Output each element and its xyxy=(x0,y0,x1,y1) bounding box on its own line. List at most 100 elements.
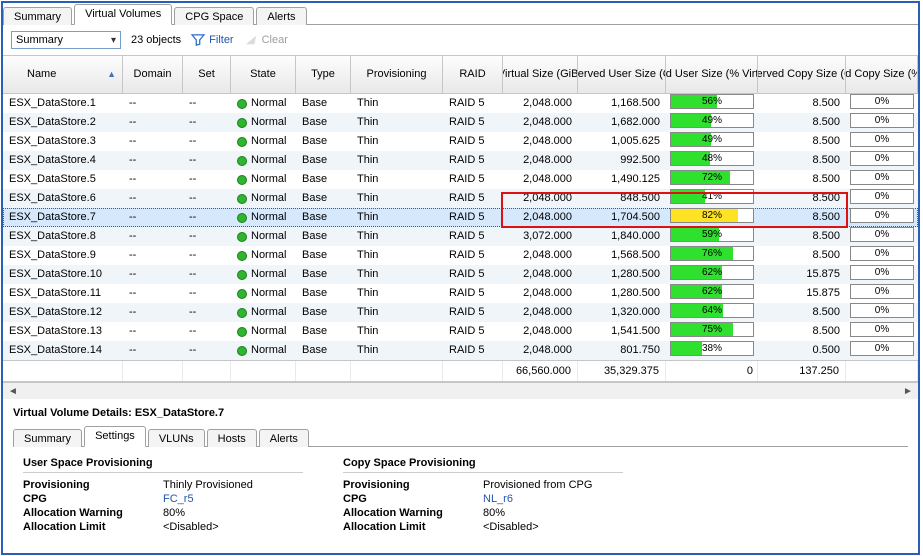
total-rcpct xyxy=(846,361,918,381)
col-raid[interactable]: RAID xyxy=(443,56,503,94)
table-row[interactable]: ESX_DataStore.13----NormalBaseThinRAID 5… xyxy=(3,322,918,341)
rcopy-pct-bar: 0% xyxy=(850,170,914,185)
table-row[interactable]: ESX_DataStore.11----NormalBaseThinRAID 5… xyxy=(3,284,918,303)
rcopy-pct-bar: 0% xyxy=(850,151,914,166)
table-row[interactable]: ESX_DataStore.2----NormalBaseThinRAID 52… xyxy=(3,113,918,132)
col-prov[interactable]: Provisioning xyxy=(351,56,443,94)
state-normal-icon xyxy=(237,137,247,147)
state-normal-icon xyxy=(237,251,247,261)
rcopy-pct-bar: 0% xyxy=(850,113,914,128)
value: <Disabled> xyxy=(163,521,219,533)
value: Thinly Provisioned xyxy=(163,479,253,491)
table-row[interactable]: ESX_DataStore.14----NormalBaseThinRAID 5… xyxy=(3,341,918,360)
col-used[interactable]: Used User Size (% Virtual) xyxy=(666,56,758,94)
state-normal-icon xyxy=(237,194,247,204)
details-tab-summary[interactable]: Summary xyxy=(13,429,82,447)
state-normal-icon xyxy=(237,232,247,242)
clear-icon xyxy=(244,34,258,46)
tab-virtual-volumes[interactable]: Virtual Volumes xyxy=(74,4,172,25)
state-normal-icon xyxy=(237,175,247,185)
col-rusize[interactable]: Reserved User Size (GiB) xyxy=(578,56,666,94)
table-row[interactable]: ESX_DataStore.8----NormalBaseThinRAID 53… xyxy=(3,227,918,246)
table-row[interactable]: ESX_DataStore.10----NormalBaseThinRAID 5… xyxy=(3,265,918,284)
state-normal-icon xyxy=(237,99,247,109)
col-type[interactable]: Type xyxy=(296,56,351,94)
value: <Disabled> xyxy=(483,521,539,533)
details-tab-alerts[interactable]: Alerts xyxy=(259,429,309,447)
view-combo[interactable]: Summary xyxy=(11,31,121,49)
used-pct-bar: 82% xyxy=(670,208,754,223)
label: Allocation Warning xyxy=(343,507,483,519)
used-pct-bar: 62% xyxy=(670,284,754,299)
rcopy-pct-bar: 0% xyxy=(850,94,914,109)
state-normal-icon xyxy=(237,156,247,166)
total-vsize: 66,560.000 xyxy=(503,361,578,381)
user-space-section: User Space Provisioning ProvisioningThin… xyxy=(23,457,303,535)
label: Allocation Limit xyxy=(343,521,483,533)
rcopy-pct-bar: 0% xyxy=(850,341,914,356)
details-panel: Virtual Volume Details: ESX_DataStore.7 … xyxy=(3,399,918,553)
tab-summary[interactable]: Summary xyxy=(3,7,72,25)
table-row[interactable]: ESX_DataStore.1----NormalBaseThinRAID 52… xyxy=(3,94,918,113)
scroll-right-arrow[interactable]: ► xyxy=(900,384,916,399)
col-set[interactable]: Set xyxy=(183,56,231,94)
tab-alerts[interactable]: Alerts xyxy=(256,7,306,25)
rcopy-pct-bar: 0% xyxy=(850,189,914,204)
label: CPG xyxy=(23,493,163,505)
rcopy-pct-bar: 0% xyxy=(850,227,914,242)
filter-button[interactable]: Filter xyxy=(191,34,233,46)
details-tab-settings[interactable]: Settings xyxy=(84,426,146,447)
details-tab-hosts[interactable]: Hosts xyxy=(207,429,257,447)
user-space-heading: User Space Provisioning xyxy=(23,457,303,473)
copy-space-section: Copy Space Provisioning ProvisioningProv… xyxy=(343,457,623,535)
total-used: 0 xyxy=(666,361,758,381)
table-row[interactable]: ESX_DataStore.7----NormalBaseThinRAID 52… xyxy=(3,208,918,227)
rcopy-pct-bar: 0% xyxy=(850,303,914,318)
table-row[interactable]: ESX_DataStore.4----NormalBaseThinRAID 52… xyxy=(3,151,918,170)
state-normal-icon xyxy=(237,118,247,128)
tab-cpg-space[interactable]: CPG Space xyxy=(174,7,254,25)
state-normal-icon xyxy=(237,308,247,318)
used-pct-bar: 49% xyxy=(670,132,754,147)
clear-button[interactable]: Clear xyxy=(244,34,288,46)
label: Allocation Warning xyxy=(23,507,163,519)
used-pct-bar: 41% xyxy=(670,189,754,204)
rcopy-pct-bar: 0% xyxy=(850,246,914,261)
value: 80% xyxy=(483,507,505,519)
grid-body: ESX_DataStore.1----NormalBaseThinRAID 52… xyxy=(3,94,918,360)
toolbar: Summary 23 objects Filter Clear xyxy=(3,25,918,55)
horizontal-scrollbar[interactable]: ◄ ► xyxy=(3,382,918,399)
copy-space-heading: Copy Space Provisioning xyxy=(343,457,623,473)
used-pct-bar: 75% xyxy=(670,322,754,337)
details-tabbar: SummarySettingsVLUNsHostsAlerts xyxy=(13,425,908,447)
state-normal-icon xyxy=(237,327,247,337)
scroll-left-arrow[interactable]: ◄ xyxy=(5,384,21,399)
table-row[interactable]: ESX_DataStore.5----NormalBaseThinRAID 52… xyxy=(3,170,918,189)
col-vsize[interactable]: Virtual Size (GiB) xyxy=(503,56,578,94)
details-tab-vluns[interactable]: VLUNs xyxy=(148,429,205,447)
table-row[interactable]: ESX_DataStore.6----NormalBaseThinRAID 52… xyxy=(3,189,918,208)
col-name[interactable]: Name▲ xyxy=(3,56,123,94)
state-normal-icon xyxy=(237,270,247,280)
used-pct-bar: 72% xyxy=(670,170,754,185)
cpg-link[interactable]: FC_r5 xyxy=(163,493,194,505)
col-rcpct[interactable]: Reserved Copy Size (% Virtual) xyxy=(846,56,918,94)
label: CPG xyxy=(343,493,483,505)
col-domain[interactable]: Domain xyxy=(123,56,183,94)
table-row[interactable]: ESX_DataStore.3----NormalBaseThinRAID 52… xyxy=(3,132,918,151)
used-pct-bar: 49% xyxy=(670,113,754,128)
rcopy-pct-bar: 0% xyxy=(850,132,914,147)
col-rcopy[interactable]: Reserved Copy Size (GiB) xyxy=(758,56,846,94)
cpg-link[interactable]: NL_r6 xyxy=(483,493,513,505)
rcopy-pct-bar: 0% xyxy=(850,208,914,223)
table-row[interactable]: ESX_DataStore.12----NormalBaseThinRAID 5… xyxy=(3,303,918,322)
col-state[interactable]: State xyxy=(231,56,296,94)
table-row[interactable]: ESX_DataStore.9----NormalBaseThinRAID 52… xyxy=(3,246,918,265)
state-normal-icon xyxy=(237,289,247,299)
used-pct-bar: 59% xyxy=(670,227,754,242)
state-normal-icon xyxy=(237,213,247,223)
filter-icon xyxy=(191,34,205,46)
used-pct-bar: 48% xyxy=(670,151,754,166)
state-normal-icon xyxy=(237,346,247,356)
used-pct-bar: 76% xyxy=(670,246,754,261)
